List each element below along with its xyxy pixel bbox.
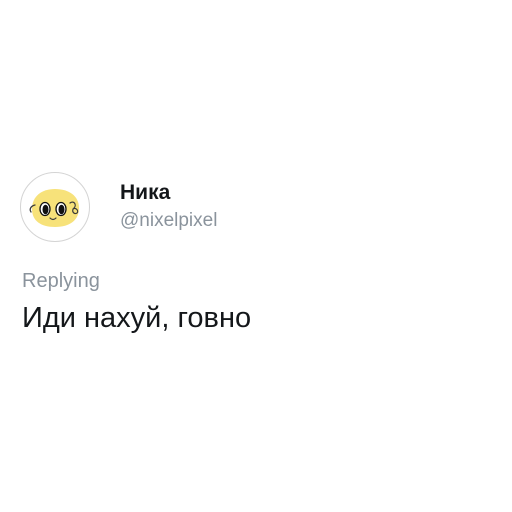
replying-label: Replying (22, 270, 100, 292)
author-info: Ника @nixelpixel (120, 180, 217, 234)
screenshot-canvas: Ника @nixelpixel Replying Иди нахуй, гов… (0, 0, 512, 512)
tweet-text: Иди нахуй, говно (22, 302, 252, 334)
display-name[interactable]: Ника (120, 180, 217, 206)
yellow-blob-face-icon (29, 189, 79, 227)
user-handle[interactable]: @nixelpixel (120, 208, 217, 234)
avatar[interactable] (20, 172, 90, 242)
tweet-card: Ника @nixelpixel Replying Иди нахуй, гов… (20, 168, 492, 336)
tweet-header: Ника @nixelpixel (20, 168, 492, 246)
